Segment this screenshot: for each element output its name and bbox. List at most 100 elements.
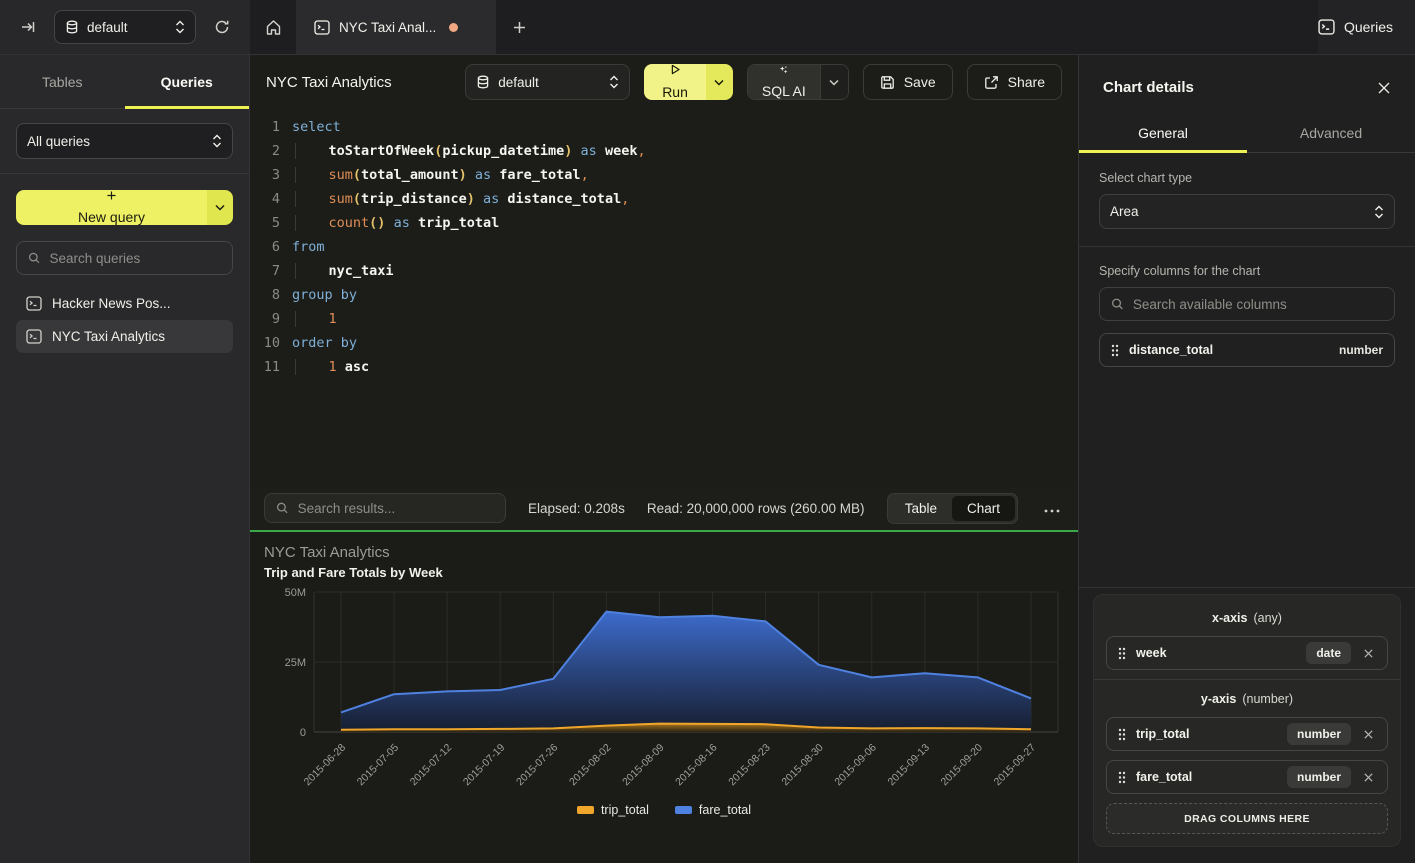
sidebar-tab-tables[interactable]: Tables	[0, 55, 125, 108]
new-tab-button[interactable]	[496, 0, 542, 54]
share-button[interactable]: Share	[967, 64, 1062, 100]
column-type-badge: date	[1306, 642, 1351, 664]
query-list-item[interactable]: Hacker News Pos...	[16, 287, 233, 320]
sidebar-collapse-button[interactable]	[14, 13, 42, 41]
chart-subtitle: Trip and Fare Totals by Week	[264, 565, 1064, 580]
view-toggle-table[interactable]: Table	[890, 496, 952, 521]
tab-advanced[interactable]: Advanced	[1247, 114, 1415, 152]
column-chip-fare_total[interactable]: fare_totalnumber	[1106, 760, 1388, 794]
column-search-input[interactable]	[1133, 297, 1383, 312]
legend-swatch	[675, 806, 692, 814]
remove-column-button[interactable]	[1361, 646, 1376, 661]
results-chart: NYC Taxi Analytics Trip and Fare Totals …	[250, 532, 1078, 863]
svg-text:2015-08-16: 2015-08-16	[673, 742, 720, 789]
svg-text:2015-08-30: 2015-08-30	[779, 742, 826, 789]
new-query-button[interactable]: New query	[16, 190, 207, 225]
chevron-updown-icon	[212, 134, 222, 148]
database-icon	[65, 20, 79, 35]
line-number: 3	[250, 163, 280, 187]
chart-type-label: Select chart type	[1099, 171, 1395, 185]
close-icon	[1377, 81, 1391, 95]
search-icon	[28, 251, 40, 265]
legend-label: trip_total	[601, 803, 649, 817]
close-icon	[1363, 648, 1374, 659]
query-list-item[interactable]: NYC Taxi Analytics	[16, 320, 233, 353]
sql-editor[interactable]: 1select2 toStartOfWeek(pickup_datetime) …	[250, 109, 1078, 486]
view-toggle-chart[interactable]: Chart	[952, 496, 1015, 521]
new-query-dropdown-button[interactable]	[207, 190, 233, 225]
queries-button[interactable]: Queries	[1318, 19, 1393, 35]
results-chart-svg: 025M50M2015-06-282015-07-052015-07-12201…	[264, 586, 1064, 798]
refresh-button[interactable]	[208, 13, 236, 41]
y-axis-title: y-axis	[1201, 692, 1236, 706]
home-icon	[265, 19, 282, 36]
drag-columns-dropzone[interactable]: DRAG COLUMNS HERE	[1106, 803, 1388, 834]
column-type-badge: number	[1339, 343, 1383, 357]
save-button[interactable]: Save	[863, 64, 953, 100]
run-dropdown-button[interactable]	[706, 64, 733, 100]
sql-ai-dropdown-button[interactable]	[820, 65, 848, 99]
page-title: NYC Taxi Analytics	[266, 74, 451, 91]
run-button-label: Run	[662, 84, 688, 100]
tab-general[interactable]: General	[1079, 114, 1247, 152]
column-chip-week[interactable]: weekdate	[1106, 636, 1388, 670]
line-number: 8	[250, 283, 280, 307]
chart-details-body: Select chart type Area Specify columns f…	[1079, 153, 1415, 863]
elapsed-time: Elapsed: 0.208s	[528, 501, 625, 516]
play-icon	[669, 64, 682, 75]
editor-line: 7 nyc_taxi	[250, 259, 1078, 283]
line-number: 9	[250, 307, 280, 331]
search-icon	[1111, 297, 1124, 311]
query-filter-select[interactable]: All queries	[16, 123, 233, 159]
x-axis-hint: (any)	[1253, 611, 1281, 625]
sidebar-tab-queries[interactable]: Queries	[125, 55, 250, 108]
legend-item-trip_total[interactable]: trip_total	[577, 803, 649, 817]
y-axis-hint: (number)	[1242, 692, 1293, 706]
chart-type-select[interactable]: Area	[1099, 194, 1395, 229]
database-selector[interactable]: default	[54, 10, 196, 44]
results-search-input[interactable]	[298, 501, 494, 516]
divider	[0, 173, 249, 174]
query-icon	[314, 20, 330, 35]
chart-details-tabs: General Advanced	[1079, 114, 1415, 153]
query-icon	[26, 296, 42, 311]
column-chip-distance_total[interactable]: distance_totalnumber	[1099, 333, 1395, 367]
svg-text:2015-07-26: 2015-07-26	[514, 742, 561, 789]
drag-handle-icon	[1111, 344, 1119, 357]
remove-column-button[interactable]	[1361, 727, 1376, 742]
chevron-down-icon	[714, 79, 724, 86]
home-button[interactable]	[250, 0, 296, 54]
svg-text:2015-08-02: 2015-08-02	[567, 742, 614, 789]
column-chip-trip_total[interactable]: trip_totalnumber	[1106, 717, 1388, 751]
run-button[interactable]: Run	[644, 64, 706, 100]
chart-details-title: Chart details	[1103, 79, 1194, 96]
query-icon	[26, 329, 42, 344]
editor-line: 10order by	[250, 331, 1078, 355]
query-search-input[interactable]	[49, 251, 221, 266]
x-axis-columns: weekdate	[1106, 636, 1388, 670]
refresh-icon	[214, 19, 230, 35]
query-filter-value: All queries	[27, 134, 204, 149]
close-panel-button[interactable]	[1377, 81, 1391, 95]
svg-text:25M: 25M	[285, 657, 306, 669]
svg-text:2015-07-19: 2015-07-19	[461, 742, 508, 789]
sql-ai-button[interactable]: SQL AI	[748, 65, 820, 99]
editor-tab-title: NYC Taxi Anal...	[339, 20, 436, 35]
line-number: 6	[250, 235, 280, 259]
editor-tab-strip: NYC Taxi Anal...	[250, 0, 1318, 54]
plus-icon	[105, 190, 118, 201]
legend-item-fare_total[interactable]: fare_total	[675, 803, 751, 817]
divider	[1079, 246, 1415, 247]
run-database-selector[interactable]: default	[465, 64, 630, 100]
remove-column-button[interactable]	[1361, 770, 1376, 785]
editor-tab-nyc-taxi[interactable]: NYC Taxi Anal...	[296, 0, 496, 54]
chevron-down-icon	[215, 204, 225, 211]
results-more-button[interactable]	[1040, 498, 1064, 518]
sparkles-icon	[776, 65, 791, 74]
sql-editor-lines: 1select2 toStartOfWeek(pickup_datetime) …	[250, 115, 1078, 379]
chevron-updown-icon	[609, 75, 619, 89]
line-number: 7	[250, 259, 280, 283]
database-selector-value: default	[87, 20, 167, 35]
more-dots-icon	[1044, 509, 1060, 513]
chart-details-header: Chart details	[1079, 55, 1415, 114]
